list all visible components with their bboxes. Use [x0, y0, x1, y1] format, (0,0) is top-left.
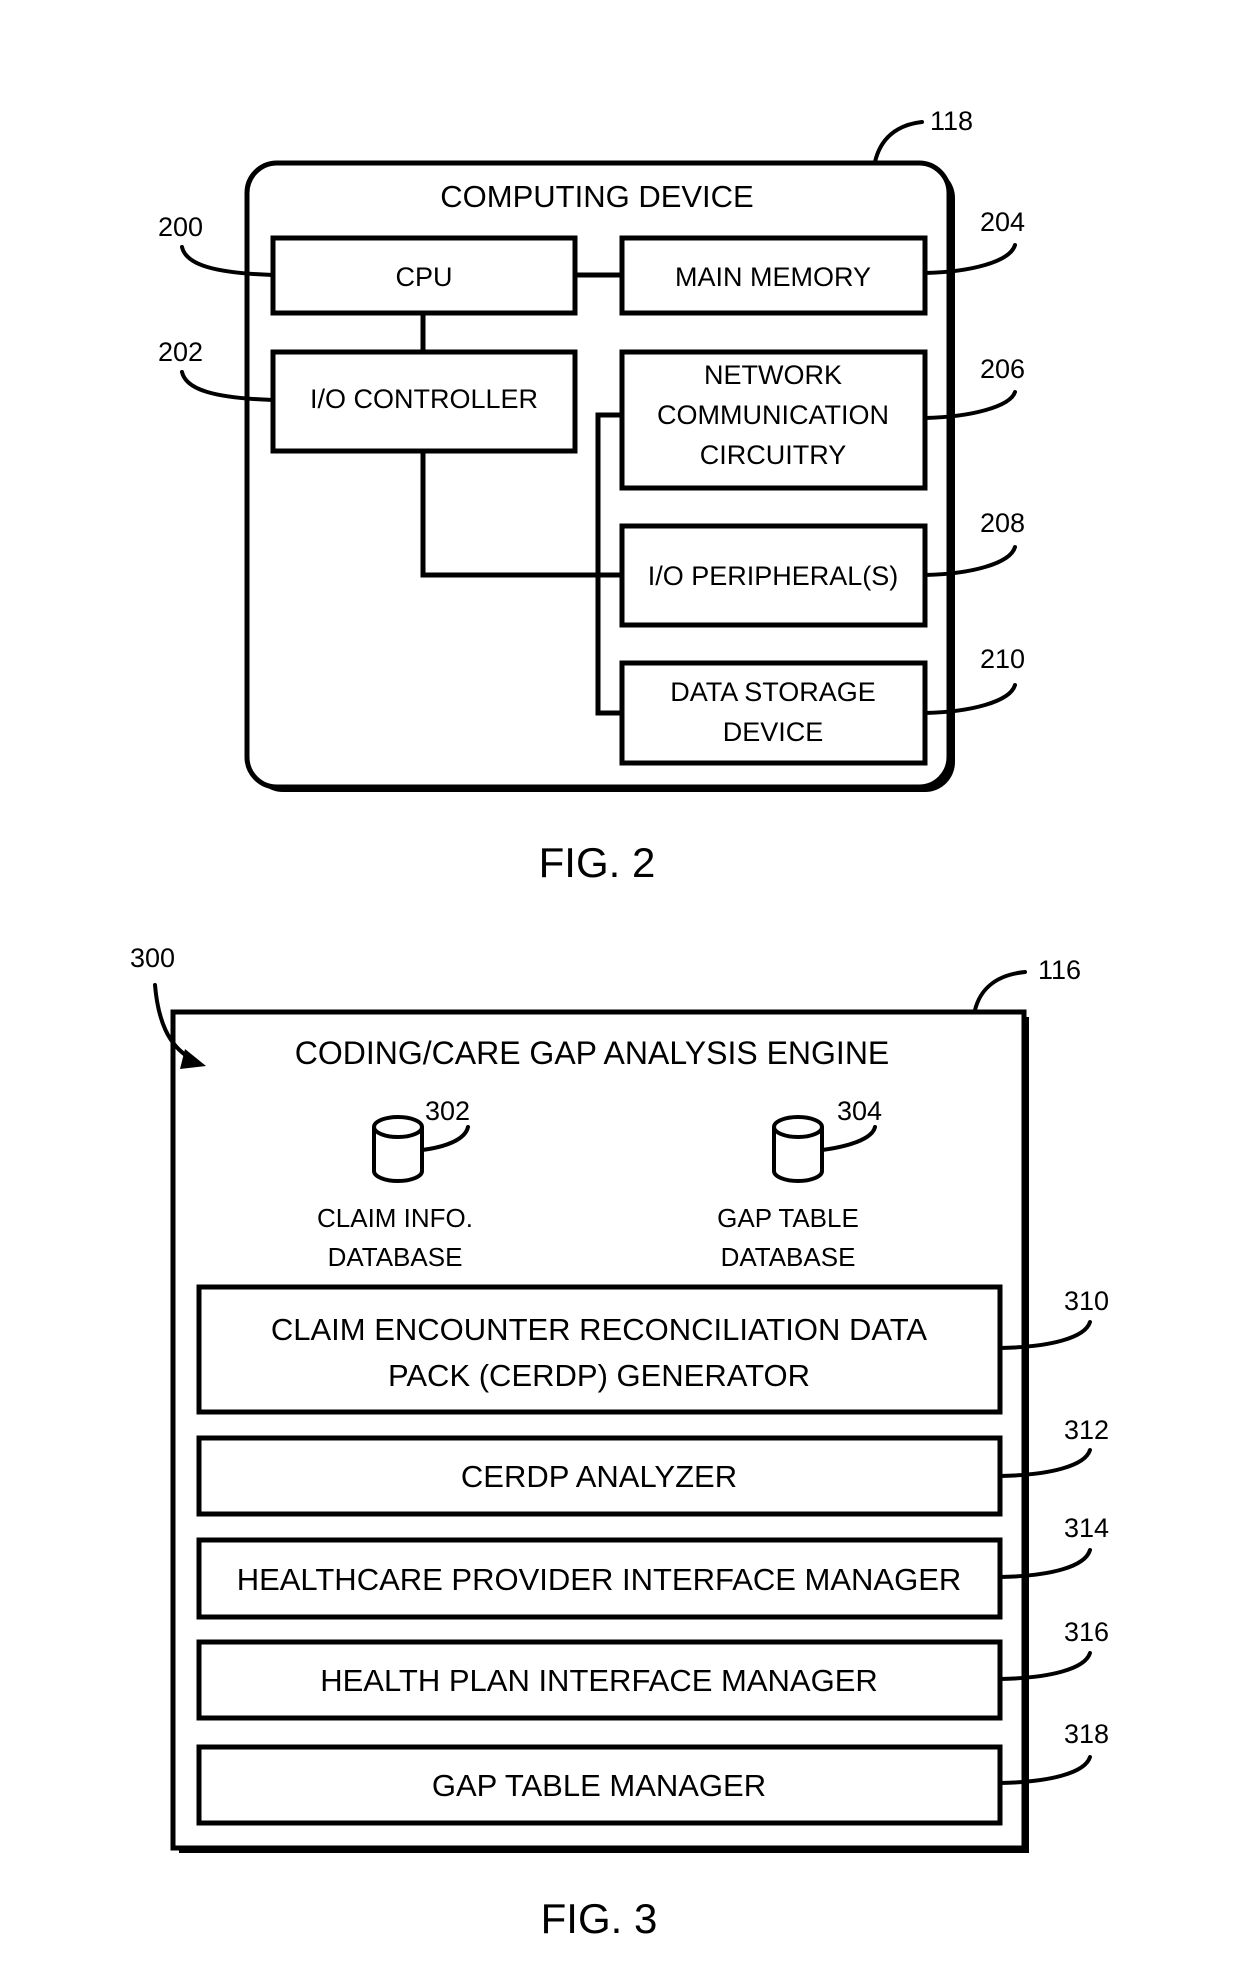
- cerdp-analyzer-block: CERDP ANALYZER: [196, 1435, 1003, 1517]
- claim-info-label-line-2: DATABASE: [328, 1242, 463, 1272]
- leader-118: [873, 120, 924, 164]
- gap-table-manager-label: GAP TABLE MANAGER: [432, 1768, 766, 1803]
- ref-210: 210: [980, 644, 1025, 674]
- ref-304: 304: [837, 1096, 882, 1126]
- ref-116: 116: [1038, 955, 1081, 985]
- cerdp-analyzer-label: CERDP ANALYZER: [461, 1459, 737, 1494]
- ref-312: 312: [1064, 1415, 1109, 1445]
- network-label-line-2: COMMUNICATION: [657, 400, 889, 430]
- fig3: CODING/CARE GAP ANALYSIS ENGINE 300 116 …: [130, 943, 1109, 1942]
- cerdp-generator-label-line-1: CLAIM ENCOUNTER RECONCILIATION DATA: [271, 1312, 928, 1347]
- fig3-caption: FIG. 3: [541, 1895, 658, 1942]
- gap-table-manager-block: GAP TABLE MANAGER: [196, 1744, 1003, 1826]
- ref-300: 300: [130, 943, 175, 973]
- ref-206: 206: [980, 354, 1025, 384]
- claim-info-label-line-1: CLAIM INFO.: [317, 1203, 473, 1233]
- data-storage-block: DATA STORAGE DEVICE: [619, 660, 928, 766]
- ref-318: 318: [1064, 1719, 1109, 1749]
- ref-316: 316: [1064, 1617, 1109, 1647]
- io-peripherals-block: I/O PERIPHERAL(S): [619, 523, 928, 628]
- ref-118: 118: [930, 106, 973, 136]
- database-cylinder-icon: [372, 1115, 424, 1183]
- gap-table-label-line-2: DATABASE: [721, 1242, 856, 1272]
- network-label-line-3: CIRCUITRY: [700, 440, 847, 470]
- gap-table-label-line-1: GAP TABLE: [717, 1203, 859, 1233]
- network-label-line-1: NETWORK: [704, 360, 842, 390]
- ref-204: 204: [980, 207, 1025, 237]
- cerdp-generator-box: [196, 1284, 1003, 1415]
- io-peripherals-label: I/O PERIPHERAL(S): [648, 561, 899, 591]
- io-controller-label: I/O CONTROLLER: [310, 384, 538, 414]
- main-memory-label: MAIN MEMORY: [675, 262, 871, 292]
- patent-figures: COMPUTING DEVICE CPU I/O CONTROLLER MAIN…: [130, 106, 1109, 1942]
- fig2-caption: FIG. 2: [539, 839, 656, 886]
- network-communication-block: NETWORK COMMUNICATION CIRCUITRY: [619, 349, 928, 491]
- health-plan-interface-manager-label: HEALTH PLAN INTERFACE MANAGER: [320, 1663, 878, 1698]
- ref-200: 200: [158, 212, 203, 242]
- ref-202: 202: [158, 337, 203, 367]
- leader-116: [973, 970, 1027, 1012]
- data-storage-label-line-1: DATA STORAGE: [670, 677, 876, 707]
- healthcare-provider-interface-manager-label: HEALTHCARE PROVIDER INTERFACE MANAGER: [237, 1562, 962, 1597]
- engine-title: CODING/CARE GAP ANALYSIS ENGINE: [295, 1035, 890, 1071]
- ref-302: 302: [425, 1096, 470, 1126]
- cpu-label: CPU: [395, 262, 452, 292]
- cerdp-generator-block: CLAIM ENCOUNTER RECONCILIATION DATA PACK…: [196, 1284, 1003, 1415]
- cpu-block: CPU: [270, 235, 578, 316]
- database-cylinder-icon: [772, 1115, 824, 1183]
- health-plan-interface-manager-block: HEALTH PLAN INTERFACE MANAGER: [196, 1639, 1003, 1721]
- ref-310: 310: [1064, 1286, 1109, 1316]
- main-memory-block: MAIN MEMORY: [619, 235, 928, 316]
- data-storage-label-line-2: DEVICE: [723, 717, 824, 747]
- io-controller-block: I/O CONTROLLER: [270, 349, 578, 454]
- fig2: COMPUTING DEVICE CPU I/O CONTROLLER MAIN…: [158, 106, 1025, 886]
- ref-208: 208: [980, 508, 1025, 538]
- computing-device-title: COMPUTING DEVICE: [440, 179, 753, 214]
- engine-frame: [170, 1009, 1027, 1851]
- ref-314: 314: [1064, 1513, 1109, 1543]
- healthcare-provider-interface-manager-block: HEALTHCARE PROVIDER INTERFACE MANAGER: [196, 1537, 1003, 1620]
- cerdp-generator-label-line-2: PACK (CERDP) GENERATOR: [388, 1358, 810, 1393]
